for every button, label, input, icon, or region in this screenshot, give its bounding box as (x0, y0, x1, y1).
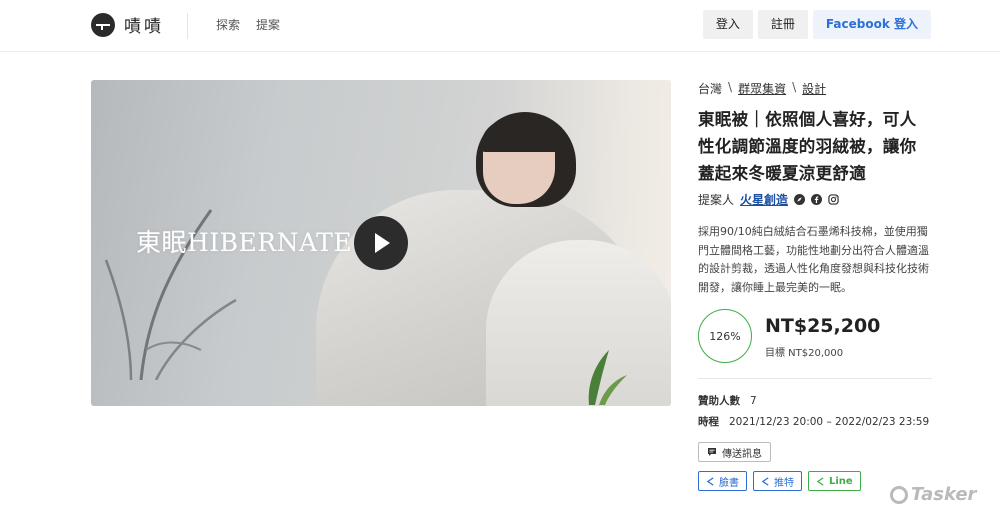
instagram-icon[interactable] (828, 193, 839, 205)
person-bangs (481, 120, 569, 152)
nav-explore[interactable]: 探索 (216, 16, 240, 33)
send-message-button[interactable]: 傳送訊息 (698, 442, 771, 462)
tasker-gear-icon (890, 485, 908, 504)
backers-row: 贊助人數 7 (698, 391, 932, 412)
login-button[interactable]: 登入 (702, 10, 753, 39)
green-plant-decoration (588, 350, 627, 405)
schedule-row: 時程 2021/12/23 20:00 – 2022/02/23 23:59 (698, 412, 932, 433)
breadcrumb-taiwan[interactable]: 台灣 (698, 80, 722, 98)
section-divider (698, 378, 932, 379)
brand-logo-overlay: 東眠HIBERNATE (136, 228, 353, 257)
project-description: 採用90/10純白絨結合石墨烯科技棉，並使用獨門立體間格工藝，功能性地劃分出符合… (698, 225, 929, 294)
tasker-watermark: Tasker (890, 484, 976, 505)
progress-ring: 126% (698, 309, 752, 363)
share-twitter-button[interactable]: 推特 (753, 471, 802, 491)
breadcrumb-design[interactable]: 設計 (802, 80, 826, 98)
plant-decoration (104, 209, 237, 380)
facebook-icon[interactable] (811, 193, 823, 205)
share-facebook-button[interactable]: 臉書 (698, 471, 747, 491)
breadcrumb-crowdfunding[interactable]: 群眾集資 (738, 80, 786, 98)
message-icon (708, 448, 716, 456)
auth-buttons: 登入 註冊 Facebook 登入 (702, 10, 931, 39)
project-meta: 贊助人數 7 時程 2021/12/23 20:00 – 2022/02/23 23… (698, 391, 932, 433)
proposer-label: 提案人 (698, 192, 735, 207)
proposer-row: 提案人 火星創造 (698, 189, 932, 209)
goal-amount: 目標 NT$20,000 (765, 348, 844, 359)
compass-icon[interactable] (794, 193, 806, 205)
play-button-icon[interactable] (354, 216, 408, 270)
top-header: 嘖嘖 探索 提案 登入 註冊 Facebook 登入 (0, 0, 1000, 52)
send-message-label: 傳送訊息 (722, 448, 762, 460)
share-line-label: Line (829, 475, 853, 487)
facebook-login-button[interactable]: Facebook 登入 (812, 10, 931, 39)
project-title: 東眠被｜依照個人喜好，可人性化調節溫度的羽絨被，讓你蓋起來冬暖夏涼更舒適 (698, 110, 917, 183)
proposer-name-link[interactable]: 火星創造 (740, 191, 788, 208)
logo-text: 嘖嘖 (124, 17, 164, 37)
main-nav: 探索 提案 (216, 16, 280, 33)
backers-value: 7 (750, 395, 757, 407)
share-line-button[interactable]: Line (808, 471, 861, 491)
share-twitter-label: 推特 (774, 477, 794, 489)
breadcrumb-separator: \ (792, 80, 797, 94)
schedule-value: 2021/12/23 20:00 – 2022/02/23 23:59 (729, 416, 930, 428)
project-sidebar: 台灣 \ 群眾集資 \ 設計 東眠被｜依照個人喜好，可人性化調節溫度的羽絨被，讓… (698, 80, 932, 491)
project-video[interactable]: 東眠HIBERNATE (91, 80, 671, 406)
register-button[interactable]: 註冊 (757, 10, 808, 39)
breadcrumb-separator: \ (728, 80, 733, 94)
watermark-text: Tasker (911, 484, 977, 505)
site-logo[interactable]: 嘖嘖 (91, 12, 164, 37)
share-facebook-label: 臉書 (719, 477, 739, 489)
funding-stats: 126% NT$25,200 目標 NT$20,000 (698, 309, 932, 365)
logo-icon (91, 12, 115, 37)
schedule-label: 時程 (698, 416, 719, 428)
raised-amount: NT$25,200 (765, 315, 881, 337)
nav-propose[interactable]: 提案 (256, 16, 280, 33)
share-icon (816, 476, 824, 486)
backers-label: 贊助人數 (698, 395, 740, 407)
share-icon (706, 476, 714, 486)
breadcrumb: 台灣 \ 群眾集資 \ 設計 (698, 80, 932, 98)
header-divider (187, 13, 188, 39)
share-icon (761, 476, 769, 486)
